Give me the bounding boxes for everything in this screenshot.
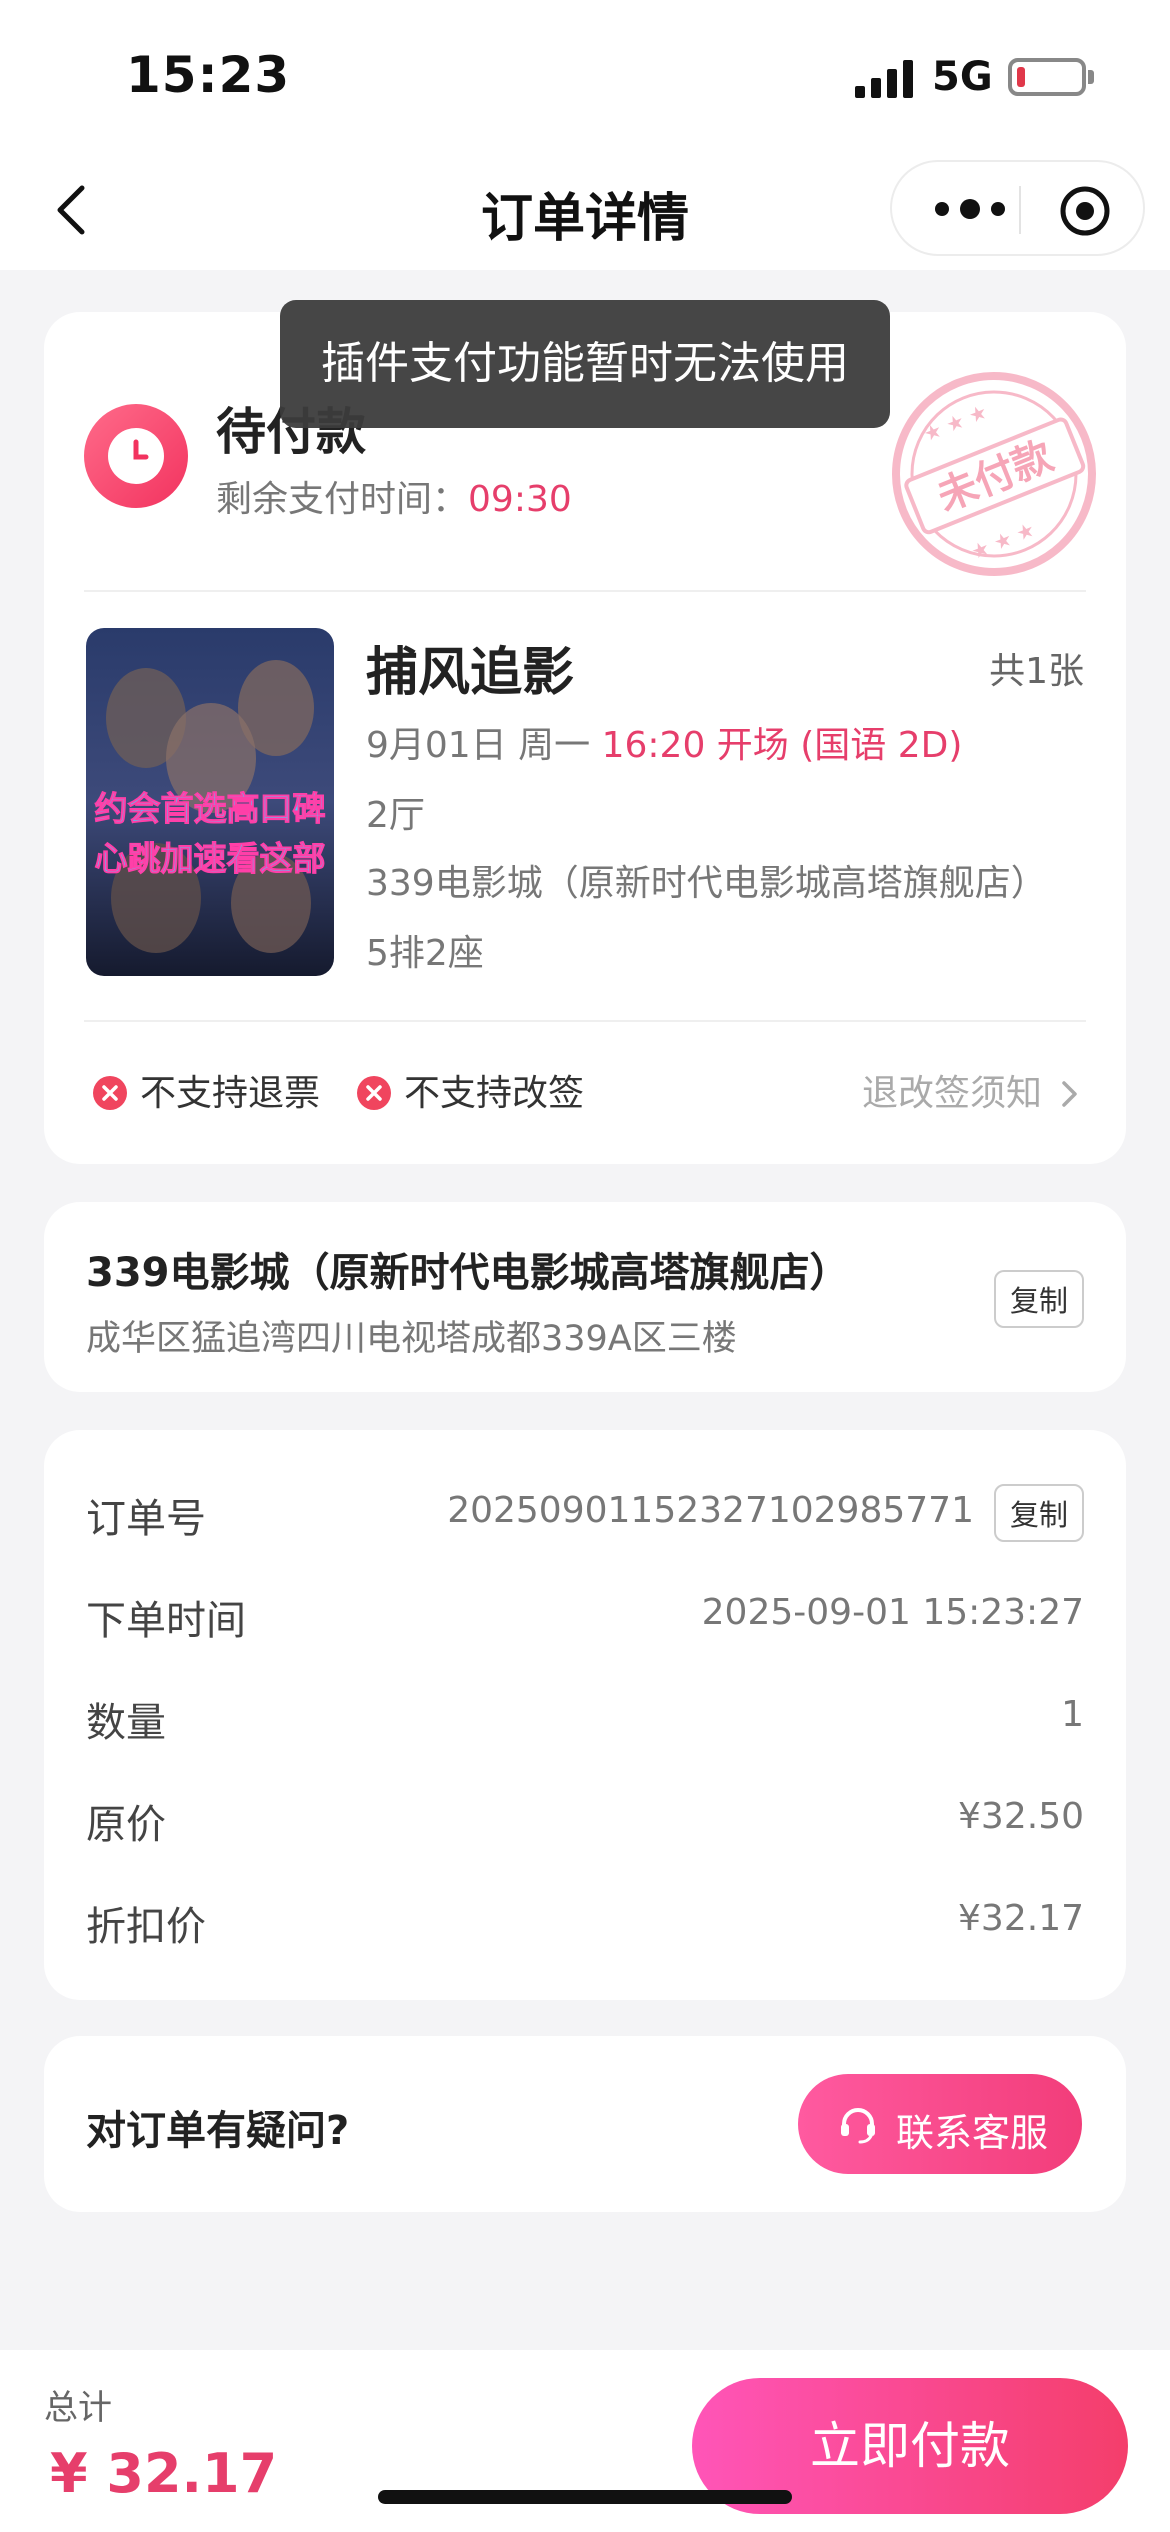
unpaid-stamp: ★ ★ ★ ★ ★ ★ 未付款: [892, 372, 1096, 576]
countdown: 09:30: [468, 479, 572, 520]
clock-icon: [84, 404, 188, 508]
signal-icon: [855, 60, 913, 98]
order-number-value: 20250901152327102985771: [447, 1490, 974, 1531]
original-price-value: ¥32.50: [958, 1796, 1084, 1837]
contact-service-label: 联系客服: [896, 2111, 1049, 2155]
home-indicator[interactable]: [378, 2490, 792, 2504]
x-circle-icon: [357, 1076, 391, 1110]
headset-icon: [841, 2108, 875, 2144]
nav-bar: 订单详情: [0, 150, 1170, 270]
contact-service-button[interactable]: 联系客服: [798, 2074, 1082, 2174]
no-refund-tag: 不支持退票: [92, 1064, 320, 1116]
chevron-right-icon: [1062, 1081, 1077, 1107]
svg-text:★ ★ ★: ★ ★ ★: [920, 399, 991, 446]
order-number-label: 订单号: [86, 1496, 206, 1542]
movie-title: 捕风追影: [366, 643, 575, 703]
discount-price-label: 折扣价: [86, 1904, 206, 1950]
battery-tip: [1088, 70, 1094, 84]
order-info-card: 订单号 20250901152327102985771 复制 下单时间 2025…: [44, 1430, 1126, 2000]
seat: 5排2座: [366, 933, 484, 974]
cinema-address: 成华区猛追湾四川电视塔成都339A区三楼: [86, 1319, 737, 1359]
no-change-tag: 不支持改签: [356, 1064, 584, 1116]
discount-price-value: ¥32.17: [958, 1898, 1084, 1939]
svg-text:★ ★ ★: ★ ★ ★: [967, 517, 1038, 564]
section-divider: [84, 590, 1086, 592]
quantity-label: 数量: [86, 1700, 166, 1746]
cinema-card: 339电影城（原新时代电影城高塔旗舰店） 成华区猛追湾四川电视塔成都339A区三…: [44, 1202, 1126, 1392]
refund-policy-link[interactable]: 退改签须知: [862, 1064, 1082, 1116]
cinema-name: 339电影城（原新时代电影城高塔旗舰店）: [86, 1250, 850, 1296]
total-label: 总计: [44, 2388, 112, 2428]
mini-program-capsule: [890, 160, 1145, 256]
remaining-time-label: 剩余支付时间：: [216, 479, 469, 520]
original-price-label: 原价: [86, 1802, 166, 1848]
order-card: 待付款 剩余支付时间：09:30 ★ ★ ★ ★ ★ ★ 未付款 约会首选高口碑…: [44, 312, 1126, 1164]
order-time-label: 下单时间: [86, 1598, 246, 1644]
no-change-label: 不支持改签: [404, 1073, 585, 1114]
poster-line-2: 心跳加速看这部: [95, 839, 326, 878]
cinema-name-line: 339电影城（原新时代电影城高塔旗舰店）: [366, 863, 1047, 904]
close-target-icon[interactable]: [1058, 184, 1112, 238]
x-circle-icon: [93, 1076, 127, 1110]
copy-address-button[interactable]: 复制: [993, 1270, 1084, 1328]
more-icon[interactable]: [930, 192, 1010, 226]
network-type: 5G: [932, 54, 993, 100]
remaining-time: 剩余支付时间：09:30: [216, 470, 572, 522]
help-question: 对订单有疑问?: [86, 2108, 350, 2154]
show-time: 16:20 开场 (国语 2D): [601, 725, 963, 766]
capsule-divider: [1019, 186, 1021, 234]
show-date: 9月01日 周一: [366, 725, 602, 766]
no-refund-label: 不支持退票: [140, 1073, 321, 1114]
showtime-line: 9月01日 周一 16:20 开场 (国语 2D): [366, 716, 962, 768]
ticket-quantity: 共1张: [989, 651, 1084, 692]
poster-line-1: 约会首选高口碑: [95, 789, 326, 828]
copy-order-number-button[interactable]: 复制: [993, 1484, 1084, 1542]
help-card: 对订单有疑问? 联系客服: [44, 2036, 1126, 2212]
error-toast: 插件支付功能暂时无法使用: [280, 300, 890, 428]
battery-icon: [1008, 58, 1086, 96]
quantity-value: 1: [1061, 1694, 1084, 1735]
section-divider: [84, 1020, 1086, 1022]
status-bar: 15:23 5G: [0, 0, 1170, 150]
total-amount: ¥ 32.17: [50, 2442, 278, 2505]
refund-policy-label: 退改签须知: [861, 1073, 1042, 1114]
movie-poster[interactable]: 约会首选高口碑 心跳加速看这部: [86, 628, 334, 976]
status-time: 15:23: [126, 46, 291, 104]
order-time-value: 2025-09-01 15:23:27: [701, 1592, 1084, 1633]
bottom-pay-bar: 总计 ¥ 32.17 立即付款: [0, 2350, 1170, 2532]
hall: 2厅: [366, 795, 425, 836]
